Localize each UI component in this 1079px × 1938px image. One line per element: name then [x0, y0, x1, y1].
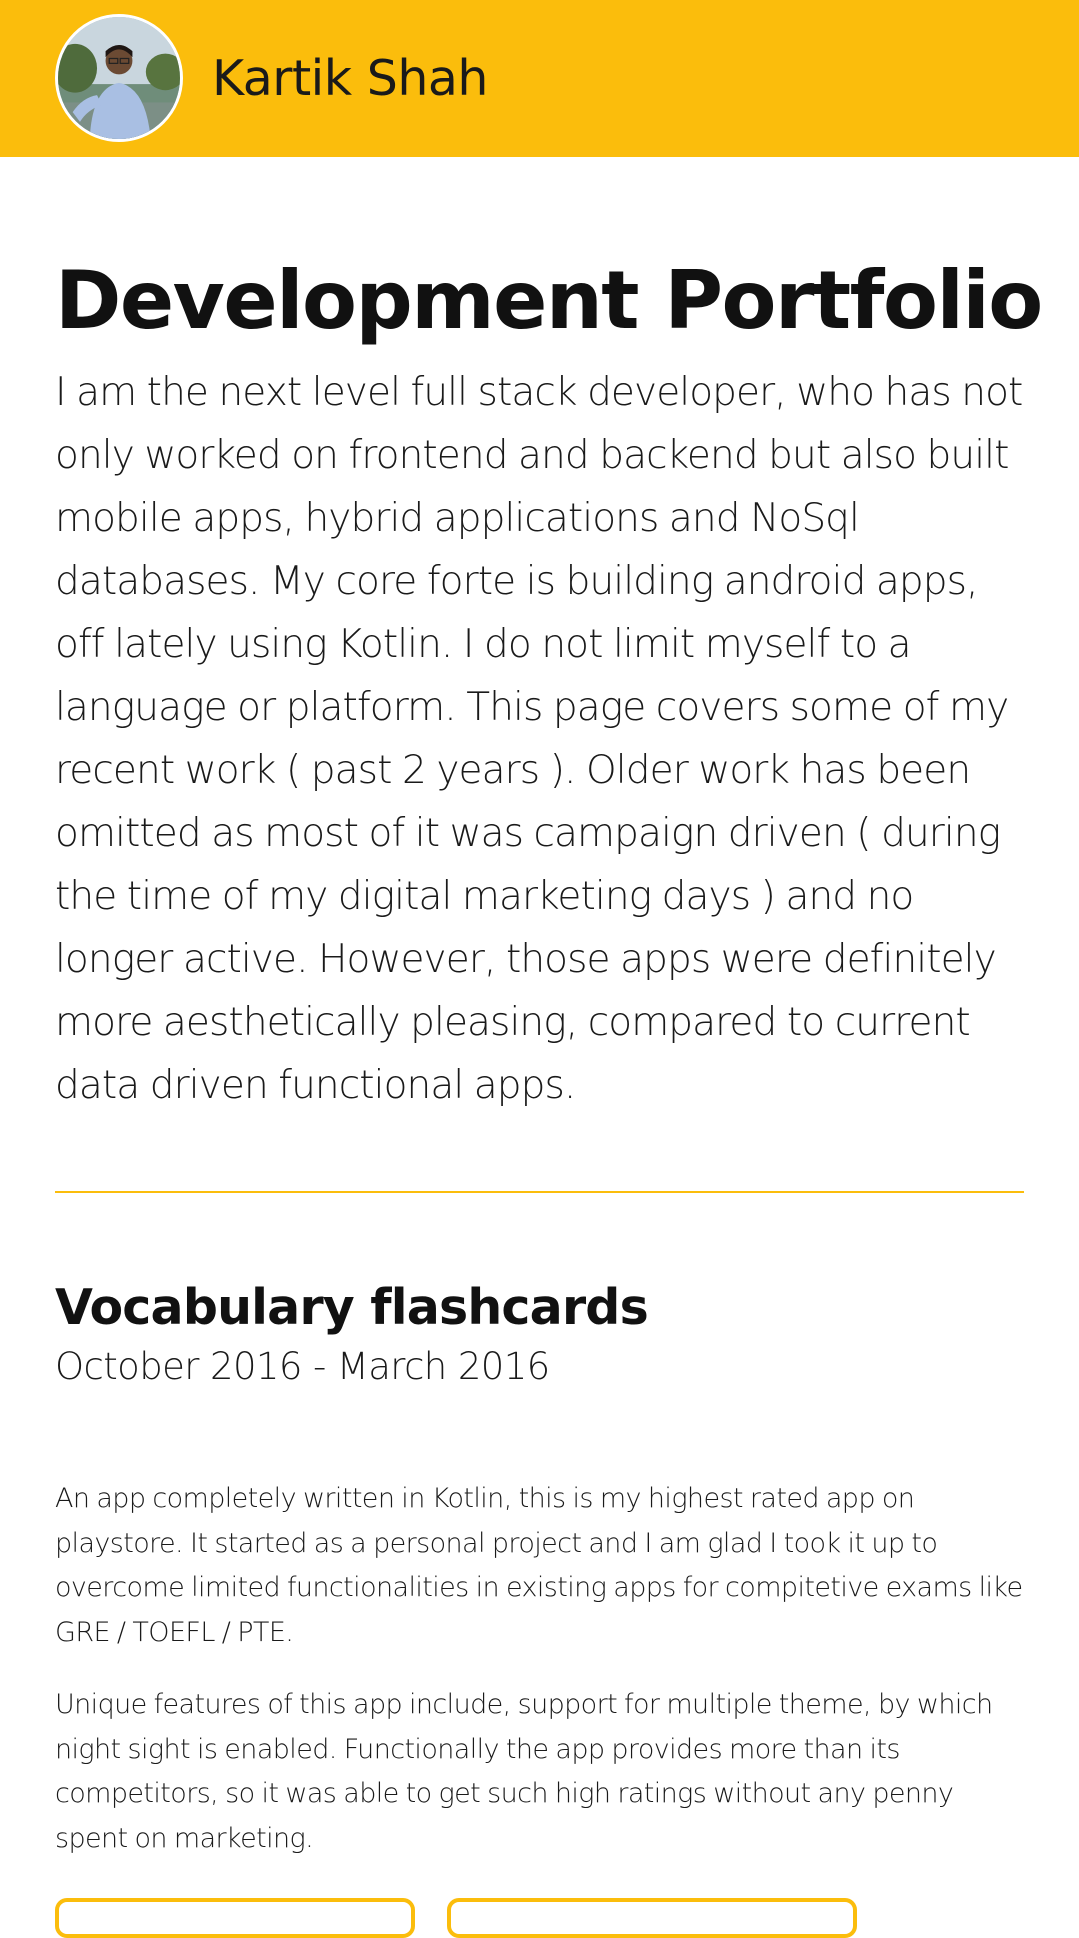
project-dates: October 2016 - March 2016: [55, 1345, 550, 1388]
page-title: Development Portfolio: [55, 254, 1043, 347]
project-link-button[interactable]: [447, 1898, 857, 1938]
site-header: Kartik Shah: [0, 0, 1079, 157]
profile-name[interactable]: Kartik Shah: [212, 48, 488, 110]
project-description: Unique features of this app include, sup…: [55, 1689, 993, 1854]
section-divider: [55, 1191, 1024, 1193]
project-link-button[interactable]: [55, 1898, 415, 1938]
project-description: An app completely written in Kotlin, thi…: [55, 1483, 1023, 1648]
main-content: Development Portfolio I am the next leve…: [55, 157, 1043, 1861]
project-title: Vocabulary flashcards: [55, 1279, 649, 1336]
project-card: Vocabulary flashcards October 2016 - Mar…: [55, 1277, 1024, 1861]
intro-paragraph: I am the next level full stack developer…: [55, 370, 1023, 1108]
profile-photo-icon[interactable]: [55, 14, 183, 142]
